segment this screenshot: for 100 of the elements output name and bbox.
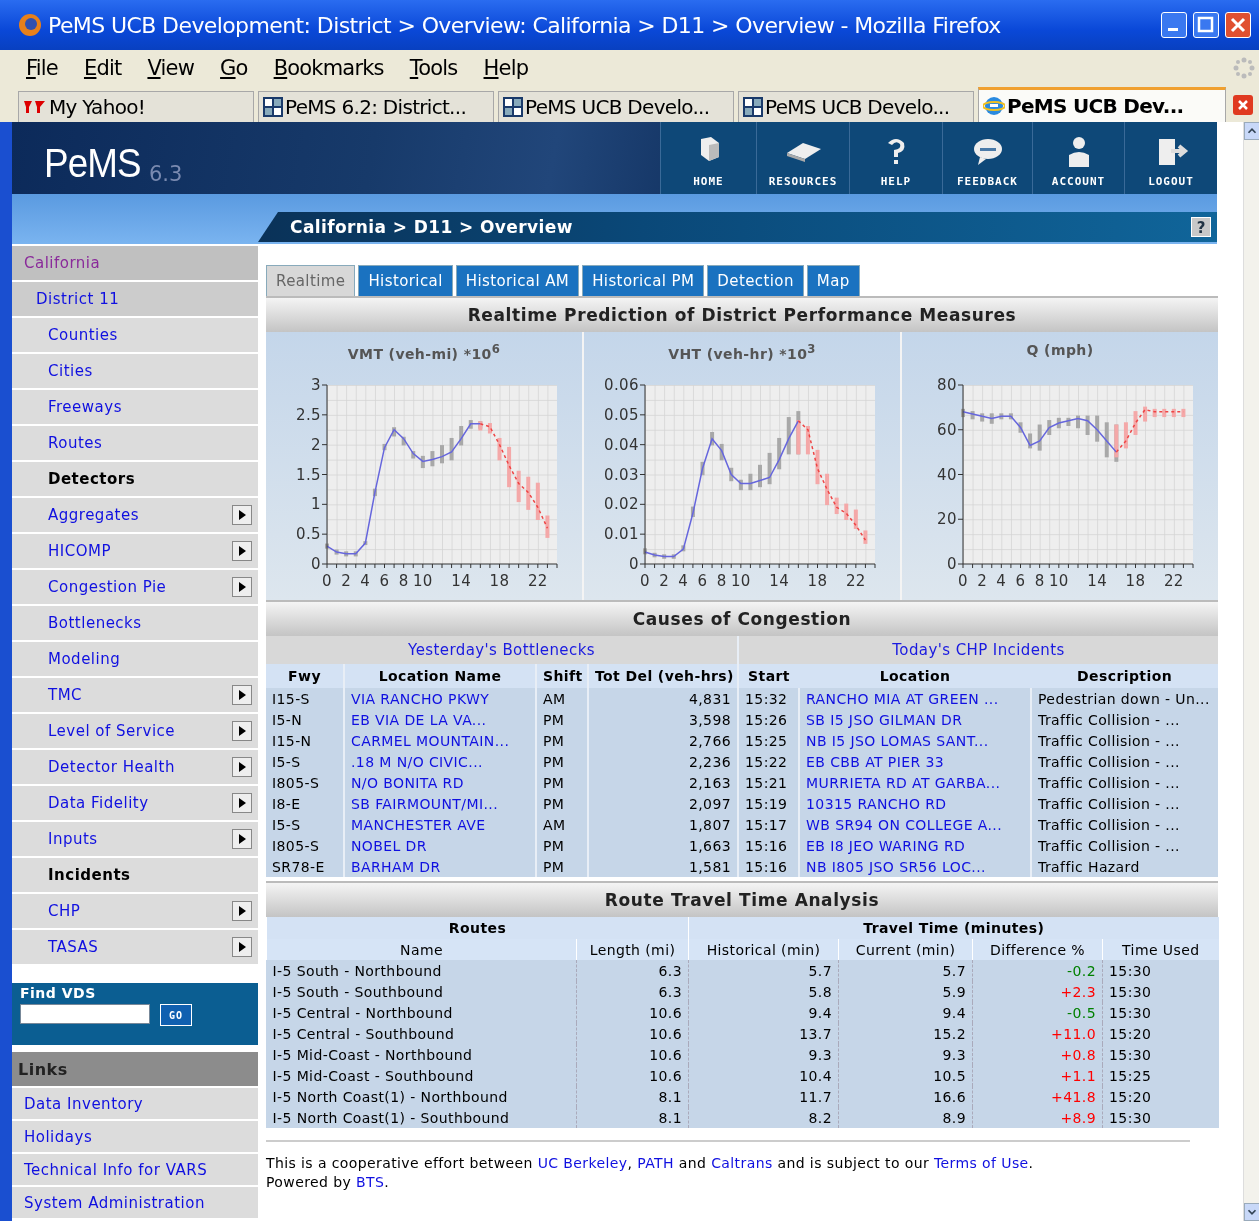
column-header: Length (mi): [576, 939, 689, 960]
table-cell: I15-S: [266, 688, 344, 709]
column-header: Start: [738, 664, 800, 688]
footer-text: .: [1028, 1155, 1034, 1171]
section-header: Causes of Congestion: [266, 600, 1218, 636]
table-cell: 9.4: [838, 1002, 973, 1023]
x-tick-label: 10: [1048, 572, 1069, 590]
pems-logo: PeMS: [44, 141, 141, 186]
x-tick-label: 8: [716, 572, 727, 590]
footer-text: ,: [627, 1155, 634, 1171]
column-header: Fwy: [266, 664, 344, 688]
x-tick-label: 18: [1125, 572, 1146, 590]
x-tick-label: 10: [412, 572, 433, 590]
table-cell: PM: [536, 835, 588, 856]
links-heading: Links: [12, 1052, 258, 1088]
table-cell: SR78-E: [266, 856, 344, 877]
table-cell: PM: [536, 772, 588, 793]
table-cell: 10.6: [576, 1065, 689, 1086]
y-tick-label: 0: [311, 555, 321, 573]
table-cell: AM: [536, 688, 588, 709]
table-cell: 15:16: [738, 856, 800, 877]
table-cell: AM: [536, 814, 588, 835]
table-cell: Traffic Collision - ...: [1031, 751, 1219, 772]
y-tick-label: 0.03: [604, 465, 639, 484]
table-cell: I-5 Central - Northbound: [266, 1002, 577, 1023]
x-tick-label: 4: [996, 572, 1007, 590]
x-tick-label: 22: [527, 572, 548, 590]
y-tick-label: 2: [311, 435, 321, 454]
table-cell: -0.2: [972, 960, 1103, 981]
table-cell: +8.9: [972, 1107, 1103, 1128]
table-cell: +11.0: [972, 1023, 1103, 1044]
column-header: Tot Del (veh-hrs): [588, 664, 739, 688]
table-cell: 8.1: [576, 1086, 689, 1107]
column-header: Name: [266, 939, 577, 960]
x-tick-label: 8: [1034, 572, 1045, 590]
x-tick-label: 0: [958, 572, 968, 590]
table-cell: 10.6: [576, 1002, 689, 1023]
table-cell: 15:30: [1102, 981, 1219, 1002]
breadcrumb: California > D11 > Overview: [290, 217, 574, 237]
table-cell: 11.7: [688, 1086, 839, 1107]
table-cell: 1,663: [588, 835, 739, 856]
x-tick-label: 8: [398, 572, 409, 590]
y-tick-label: 3: [311, 376, 321, 394]
table-cell: I-5 South - Northbound: [266, 960, 577, 981]
table-cell: 15:22: [738, 751, 800, 772]
table-cell: +1.1: [972, 1065, 1103, 1086]
table-cell: I5-S: [266, 751, 344, 772]
y-tick-label: 0.5: [295, 525, 321, 544]
y-tick-label: 0.02: [604, 495, 639, 514]
table-cell: Traffic Hazard: [1031, 856, 1219, 877]
table-cell: I8-E: [266, 793, 344, 814]
table-cell: 10.5: [838, 1065, 973, 1086]
table-cell: Traffic Collision - ...: [1031, 835, 1219, 856]
table-cell: 6.3: [576, 960, 689, 981]
table-cell: 9.3: [838, 1044, 973, 1065]
x-tick-label: 6: [379, 572, 390, 590]
column-header: Description: [1031, 664, 1219, 688]
table-cell: 15:25: [738, 730, 800, 751]
sidebar-heading: Incidents: [12, 858, 258, 894]
table-cell: 1,807: [588, 814, 739, 835]
y-tick-label: 1: [311, 495, 321, 514]
footer-text: and: [677, 1155, 708, 1171]
table-cell: 8.9: [838, 1107, 973, 1128]
table-caption: Today's CHP Incidents: [738, 636, 1219, 664]
x-tick-label: 14: [451, 572, 472, 590]
y-tick-label: 0: [629, 555, 639, 573]
table-cell: I5-N: [266, 709, 344, 730]
column-header: Historical (min): [688, 939, 839, 960]
table-cell: 10.6: [576, 1044, 689, 1065]
x-tick-label: 14: [769, 572, 790, 590]
y-tick-label: 0.01: [604, 525, 639, 544]
table-cell: 9.3: [688, 1044, 839, 1065]
table-cell: 15:19: [738, 793, 800, 814]
table-cell: 15:30: [1102, 1044, 1219, 1065]
table-cell: +41.8: [972, 1086, 1103, 1107]
y-tick-label: 20: [937, 510, 957, 529]
section-header: Realtime Prediction of District Performance Measures: [266, 296, 1218, 332]
table-cell: PM: [536, 709, 588, 730]
table-cell: 2,236: [588, 751, 739, 772]
table-cell: 5.7: [688, 960, 839, 981]
column-header: Time Used: [1102, 939, 1219, 960]
table-cell: I-5 Mid-Coast - Southbound: [266, 1065, 577, 1086]
x-tick-label: 18: [807, 572, 828, 590]
y-tick-label: 80: [937, 376, 957, 394]
chart-title: VHT (veh-hr) *10$^{3}$: [668, 342, 816, 360]
y-tick-label: 0: [947, 555, 957, 573]
sidebar-heading: Detectors: [12, 462, 258, 498]
table-cell: 10.4: [688, 1065, 839, 1086]
table-cell: 15:30: [1102, 1002, 1219, 1023]
table-cell: PM: [536, 793, 588, 814]
y-tick-label: 60: [937, 420, 957, 439]
x-tick-label: 14: [1087, 572, 1108, 590]
table-cell: +0.8: [972, 1044, 1103, 1065]
table-cell: -0.5: [972, 1002, 1103, 1023]
column-header: Location: [799, 664, 1032, 688]
x-tick-label: 0: [322, 572, 332, 590]
x-tick-label: 6: [697, 572, 708, 590]
table-cell: I-5 Mid-Coast - Northbound: [266, 1044, 577, 1065]
section-header: Route Travel Time Analysis: [266, 881, 1218, 917]
table-cell: 15:32: [738, 688, 800, 709]
